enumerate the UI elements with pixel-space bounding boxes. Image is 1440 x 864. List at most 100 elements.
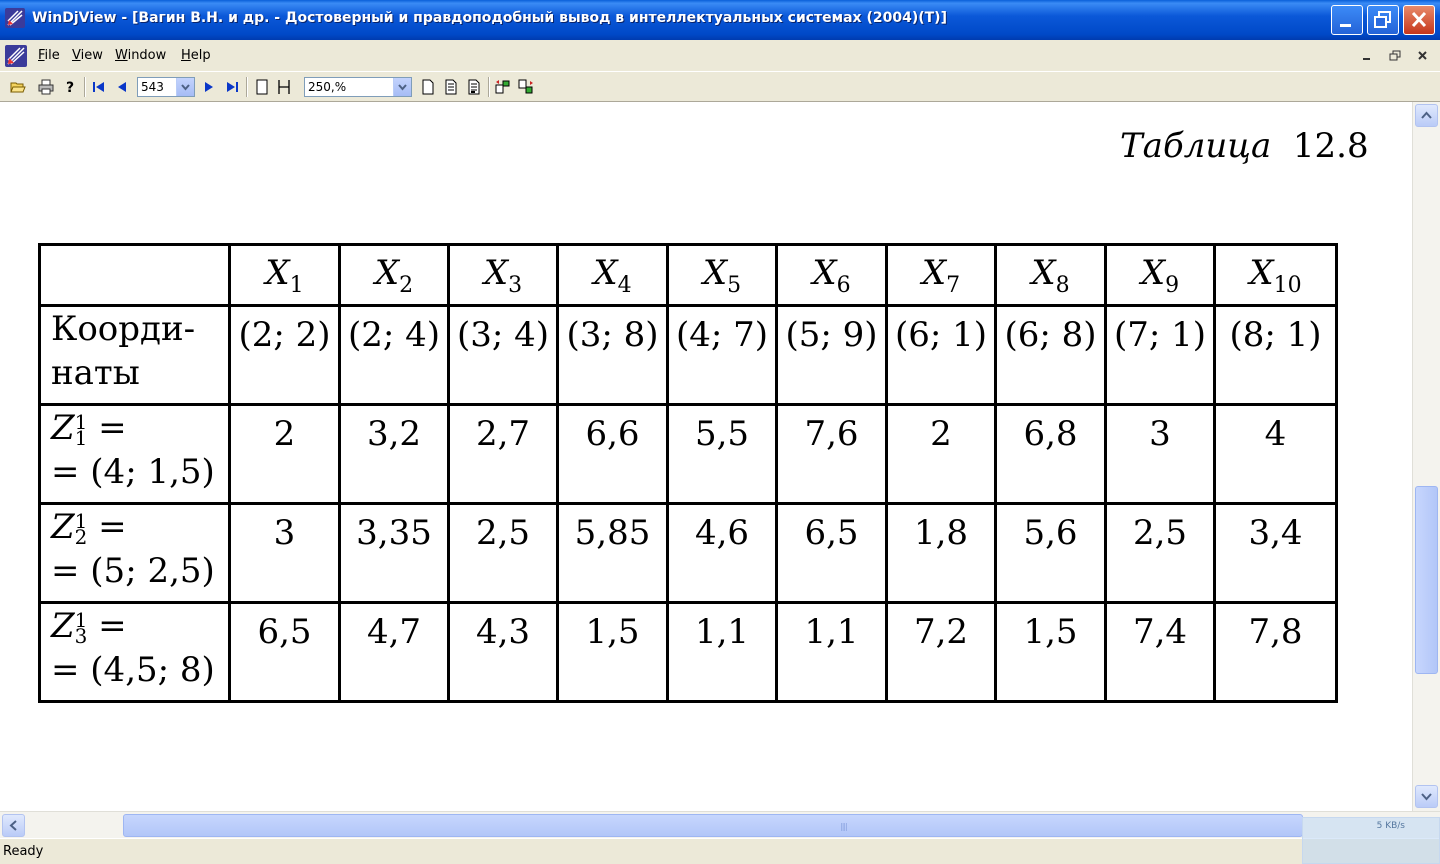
table-row: Z1 2 = = (5; 2,5) 3 3,35 2,5 5,85 4,6 6,5 … [38, 502, 1338, 604]
facing-pages-icon[interactable] [466, 79, 482, 95]
chevron-left-icon [9, 820, 17, 831]
toolbar-separator [488, 77, 490, 97]
print-icon[interactable] [38, 79, 54, 95]
table-cell: 2 [885, 403, 997, 505]
column-header: X4 [556, 243, 669, 307]
chevron-down-icon[interactable] [176, 78, 194, 96]
table-cell: 2,5 [1104, 502, 1216, 604]
row-header: Z1 3 = = (4,5; 8) [38, 601, 231, 703]
table-cell: 7,4 [1104, 601, 1216, 703]
horizontal-scroll-thumb[interactable]: |||| [123, 814, 1303, 837]
table-cell: (4; 7) [666, 304, 778, 406]
close-button[interactable] [1403, 5, 1435, 35]
status-bar: Ready [0, 838, 1440, 864]
table-caption-number: 12.8 [1292, 126, 1369, 166]
rotate-left-icon[interactable] [495, 79, 511, 95]
table-cell: 6,8 [994, 403, 1107, 505]
previous-page-icon[interactable] [114, 79, 130, 95]
chevron-down-icon[interactable] [393, 78, 411, 96]
table-cell: 3,35 [338, 502, 450, 604]
scroll-left-button[interactable] [2, 814, 25, 837]
table-cell: (7; 1) [1104, 304, 1216, 406]
table-cell: 2 [228, 403, 341, 505]
fit-width-icon[interactable] [276, 79, 292, 95]
menu-window[interactable]: Window [115, 48, 166, 63]
help-icon[interactable]: ? [62, 79, 78, 95]
table-cell: 5,85 [556, 502, 669, 604]
mdi-restore-icon[interactable] [1385, 48, 1405, 64]
column-header: X6 [775, 243, 888, 307]
menu-bar: File View Window Help [0, 40, 1440, 71]
next-page-icon[interactable] [201, 79, 217, 95]
single-page-icon[interactable] [420, 79, 436, 95]
maximize-button[interactable] [1367, 5, 1399, 35]
first-page-icon[interactable] [91, 79, 107, 95]
column-header: X7 [885, 243, 997, 307]
table-cell: 1,5 [556, 601, 669, 703]
menu-view[interactable]: View [72, 48, 103, 63]
table-cell: 7,2 [885, 601, 997, 703]
menu-file[interactable]: File [38, 48, 60, 63]
table-cell: 4,7 [338, 601, 450, 703]
column-header: X3 [447, 243, 559, 307]
rotate-right-icon[interactable] [518, 79, 534, 95]
table-cell: 5,5 [666, 403, 778, 505]
vertical-scrollbar[interactable] [1412, 102, 1440, 811]
row-header: Z1 1 = = (4; 1,5) [38, 403, 231, 505]
table-cell: (2; 4) [338, 304, 450, 406]
column-header: X2 [338, 243, 450, 307]
table-cell: 2,7 [447, 403, 559, 505]
document-icon[interactable] [4, 44, 28, 68]
mdi-minimize-icon[interactable] [1357, 48, 1377, 64]
fit-page-icon[interactable] [254, 79, 270, 95]
table-cell: 4,3 [447, 601, 559, 703]
table-cell: 1,8 [885, 502, 997, 604]
menu-help[interactable]: Help [181, 48, 211, 63]
continuous-page-icon[interactable] [443, 79, 459, 95]
table-cell: 6,5 [228, 601, 341, 703]
table-cell: (3; 4) [447, 304, 559, 406]
table-cell: 1,5 [994, 601, 1107, 703]
table-cell: 1,1 [775, 601, 888, 703]
table-cell: 4,6 [666, 502, 778, 604]
row-header: Коорди-наты [38, 304, 231, 406]
table-cell: 7,8 [1213, 601, 1338, 703]
mdi-close-icon[interactable] [1413, 48, 1433, 64]
scroll-down-button[interactable] [1415, 785, 1438, 808]
open-folder-icon[interactable] [10, 79, 26, 95]
column-header: X8 [994, 243, 1107, 307]
scroll-up-button[interactable] [1415, 104, 1438, 127]
zoom-combo[interactable]: 250,% [304, 77, 412, 97]
document-view[interactable]: Таблица 12.8 X1 X2 X3 X4 X5 X6 X7 X8 X9 … [0, 102, 1412, 811]
data-table: X1 X2 X3 X4 X5 X6 X7 X8 X9 X10 Коорди-на… [38, 243, 1338, 703]
column-header: X9 [1104, 243, 1216, 307]
zoom-value: 250,% [308, 80, 347, 94]
column-header: X1 [228, 243, 341, 307]
toolbar-separator [246, 77, 248, 97]
table-cell: 4 [1213, 403, 1338, 505]
chevron-down-icon [1421, 793, 1432, 801]
page-number-combo[interactable]: 543 [137, 77, 195, 97]
column-header: X5 [666, 243, 778, 307]
row-header: Z1 2 = = (5; 2,5) [38, 502, 231, 604]
table-cell: 3,2 [338, 403, 450, 505]
table-cell: 3,4 [1213, 502, 1338, 604]
table-cell: 6,6 [556, 403, 669, 505]
column-header: X10 [1213, 243, 1338, 307]
network-speed: 5 KB/s [1376, 821, 1405, 831]
svg-text:?: ? [66, 80, 74, 95]
chevron-up-icon [1421, 111, 1432, 119]
vertical-scroll-thumb[interactable] [1415, 486, 1438, 674]
scroll-grip-icon: |||| [840, 822, 848, 831]
title-bar: WinDjView - [Вагин В.Н. и др. - Достовер… [0, 0, 1440, 40]
table-cell: 3 [228, 502, 341, 604]
table-cell: (3; 8) [556, 304, 669, 406]
table-cell: (8; 1) [1213, 304, 1338, 406]
minimize-button[interactable] [1331, 5, 1363, 35]
table-cell: 6,5 [775, 502, 888, 604]
table-cell: 3 [1104, 403, 1216, 505]
table-cell: (2; 2) [228, 304, 341, 406]
last-page-icon[interactable] [224, 79, 240, 95]
horizontal-scrollbar[interactable]: |||| [0, 811, 1440, 838]
windjview-app-icon[interactable] [4, 7, 26, 29]
